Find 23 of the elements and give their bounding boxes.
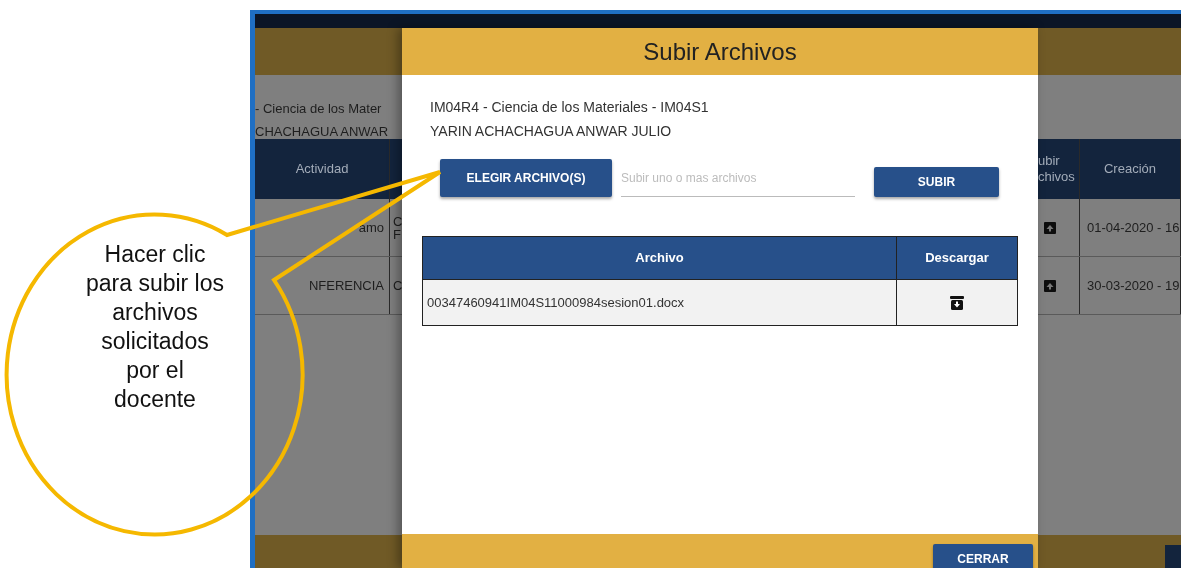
callout-text: Hacer clic para subir los archivos solicitados por el docente <box>84 240 226 414</box>
table-cell: 01-04-2020 - 16 <box>1080 199 1181 256</box>
file-name-cell: 00347460941IM04S11000984sesion01.docx <box>422 279 897 326</box>
table-cell: 30-03-2020 - 19 <box>1080 257 1181 314</box>
student-name: YARIN ACHACHAGUA ANWAR JULIO <box>430 122 673 141</box>
upload-button[interactable]: SUBIR <box>874 167 999 197</box>
table-cell: C <box>393 279 403 292</box>
dialog-title: Subir Archivos <box>402 28 1038 75</box>
column-header: Creación <box>1080 139 1181 199</box>
upload-icon[interactable] <box>1043 279 1056 292</box>
download-icon[interactable] <box>948 295 965 312</box>
column-header: Actividad <box>255 139 390 199</box>
close-button[interactable]: CERRAR <box>933 544 1033 568</box>
course-name: IM04R4 - Ciencia de los Materiales - IM04S1 <box>430 98 710 117</box>
column-header: Archivo <box>422 236 897 280</box>
table-cell: C F <box>393 214 403 241</box>
course-name: - Ciencia de los Mater <box>255 100 382 118</box>
table-cell: NFERENCIA <box>255 257 390 314</box>
student-name: CHACHAGUA ANWAR <box>255 123 389 141</box>
choose-files-button[interactable]: ELEGIR ARCHIVO(S) <box>440 159 612 197</box>
table-cell: amo <box>255 199 390 256</box>
upload-icon[interactable] <box>1043 221 1056 234</box>
column-header: Descargar <box>896 236 1018 280</box>
